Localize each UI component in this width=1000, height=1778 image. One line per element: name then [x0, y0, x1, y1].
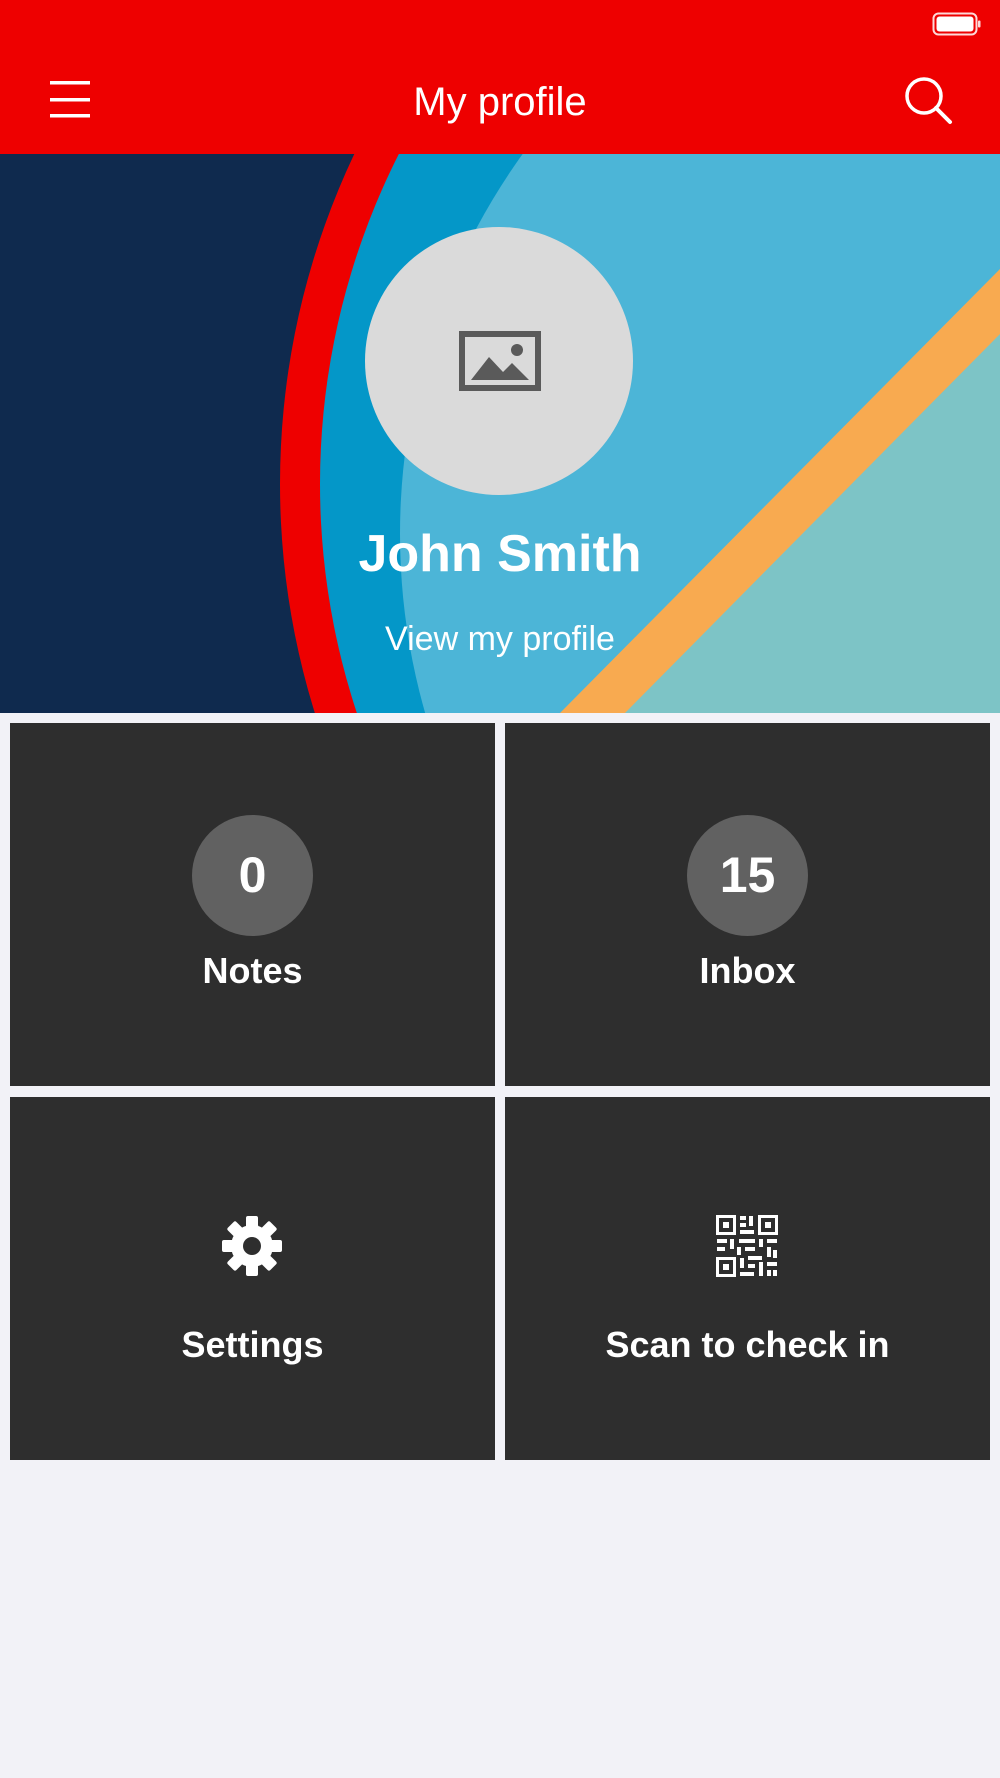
settings-tile[interactable]: Settings — [10, 1097, 495, 1460]
gear-icon — [222, 1216, 282, 1276]
profile-hero: John Smith View my profile — [0, 154, 1000, 713]
view-profile-link[interactable]: View my profile — [300, 617, 700, 661]
menu-button[interactable] — [44, 76, 100, 124]
search-button[interactable] — [900, 74, 956, 130]
settings-label: Settings — [181, 1324, 324, 1365]
user-name: John Smith — [358, 525, 642, 583]
image-placeholder-icon — [459, 331, 541, 391]
page-title: My profile — [413, 80, 587, 124]
search-icon — [905, 77, 952, 124]
battery-icon — [932, 12, 981, 36]
inbox-label: Inbox — [699, 950, 796, 991]
scan-check-in-label: Scan to check in — [605, 1324, 890, 1365]
hamburger-menu-icon — [50, 81, 90, 118]
scan-check-in-tile[interactable]: Scan to check in — [505, 1097, 990, 1460]
profile-avatar[interactable] — [365, 227, 633, 495]
notes-tile[interactable]: 0 Notes — [10, 723, 495, 1086]
inbox-tile[interactable]: 15 Inbox — [505, 723, 990, 1086]
app-header: My profile — [0, 0, 1000, 154]
notes-count-badge: 0 — [192, 815, 313, 936]
qr-code-icon — [716, 1215, 778, 1277]
inbox-count-badge: 15 — [687, 815, 808, 936]
notes-label: Notes — [202, 950, 303, 991]
